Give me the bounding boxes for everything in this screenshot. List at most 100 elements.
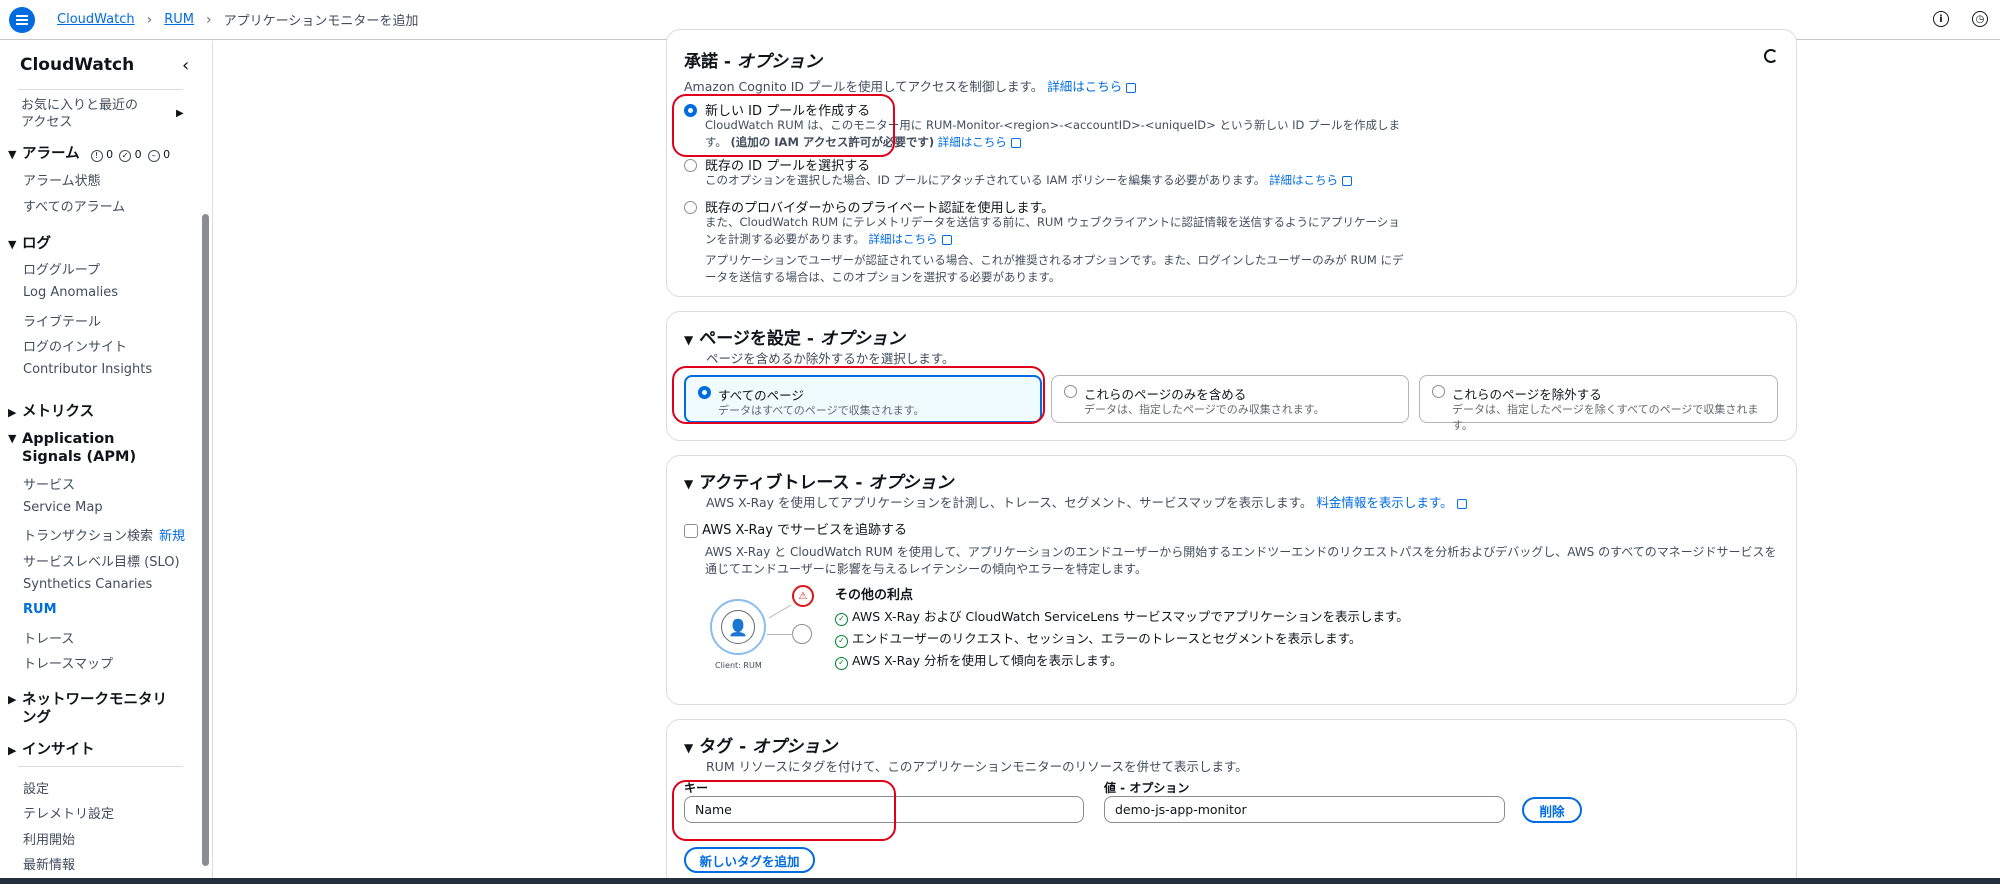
minus-icon: – [147,150,160,162]
learn-more-link[interactable]: 詳細はこちら [1047,79,1122,94]
tile-description: データは、指定したページを除くすべてのページで収集されます。 [1452,403,1759,432]
checkbox-icon[interactable] [684,523,698,538]
sidebar-section-apm[interactable]: ▼ Application Signals (APM) [8,430,168,466]
option-description: また、CloudWatch RUM にテレメトリデータを送信する前に、RUM ウ… [705,215,1400,246]
sidebar-item-favorites[interactable]: お気に入りと最近の アクセス [21,97,171,131]
connector-line [768,604,792,619]
bottom-bar [0,878,2000,884]
panel-title: 承諾 - オプション [684,52,822,72]
sidebar-item-transaction-search[interactable]: トランザクション検索 新規 [23,525,185,544]
panel-description: AWS X-Ray を使用してアプリケーションを計測し、トレース、セグメント、サ… [706,492,1467,511]
panel-description: Amazon Cognito ID プールを使用してアクセスを制御します。 詳細… [684,76,1137,95]
sidebar-item-settings[interactable]: 設定 [23,778,49,797]
radio-existing-pool[interactable] [684,158,697,173]
sidebar-item-service-map[interactable]: Service Map [23,500,103,515]
sidebar-section-insights[interactable]: ▶ インサイト [8,738,95,759]
tag-key-input[interactable]: Name [684,796,1084,823]
service-node-icon [792,624,812,644]
learn-more-link[interactable]: 詳細はこちら [938,135,1007,149]
xray-checkbox[interactable]: AWS X-Ray でサービスを追跡する [684,519,907,538]
breadcrumb-rum[interactable]: RUM [164,12,194,27]
breadcrumb: CloudWatch › RUM › アプリケーションモニターを追加 [57,10,418,30]
add-tag-button[interactable]: 新しいタグを追加 [684,847,815,873]
sidebar-item-contributor-insights[interactable]: Contributor Insights [23,362,152,377]
divider [18,766,183,767]
sidebar-item-slo[interactable]: サービスレベル目標 (SLO) [23,551,180,570]
tile-description: データは、指定したページでのみ収集されます。 [1084,403,1325,416]
sidebar-scrollbar[interactable] [202,214,209,866]
warning-icon: ! [90,150,103,162]
divider [18,89,183,90]
sidebar-item-logs-insights[interactable]: ログのインサイト [23,336,127,355]
check-circle-icon: ✓ [835,613,848,626]
check-circle-icon: ✓ [835,657,848,670]
info-icon[interactable]: i [1933,11,1949,27]
external-link-icon [1126,82,1137,93]
sidebar-item-synthetics[interactable]: Synthetics Canaries [23,577,152,592]
main-content: 承諾 - オプション Amazon Cognito ID プールを使用してアクセ… [214,29,2000,884]
sidebar-item-getting-started[interactable]: 利用開始 [23,829,75,848]
tile-exclude-pages[interactable]: これらのページを除外する データは、指定したページを除くすべてのページで収集され… [1419,375,1778,432]
sidebar-item-live-tail[interactable]: ライブテール [23,311,101,330]
sidebar-item-trace-map[interactable]: トレースマップ [23,653,113,672]
sidebar-item-log-groups[interactable]: ロググループ [23,259,100,278]
collapse-icon[interactable]: ‹ [182,55,189,76]
tag-value-input[interactable]: demo-js-app-monitor [1104,796,1505,823]
caret-right-icon[interactable]: ▶ [176,108,184,119]
pricing-link[interactable]: 料金情報を表示します。 [1316,495,1452,510]
caret-down-icon: ▼ [684,477,694,491]
radio-icon[interactable] [684,159,697,172]
learn-more-link[interactable]: 詳細はこちら [1269,173,1338,187]
chevron-right-icon: › [146,11,153,28]
new-badge: 新規 [159,529,186,544]
radio-icon[interactable] [1432,385,1445,398]
option-description: このオプションを選択した場合、ID プールにアタッチされている IAM ポリシー… [705,172,1465,189]
caret-down-icon: ▼ [684,333,694,347]
radio-icon[interactable] [684,201,697,214]
external-link-icon [1342,175,1353,186]
benefits-title: その他の利点 [835,588,914,603]
sidebar-section-network[interactable]: ▶ ネットワークモニタリング [8,691,178,727]
sidebar-item-whats-new[interactable]: 最新情報 [23,854,75,873]
user-icon: 👤 [721,610,755,644]
error-icon: ⚠ [792,585,814,607]
panel-title[interactable]: ▼ ページを設定 - オプション [684,324,905,349]
caret-down-icon: ▼ [684,741,694,755]
check-icon: ✓ [119,150,132,162]
radio-selected-icon[interactable] [684,104,697,117]
xray-diagram: 👤 ⚠ Client: RUM [705,581,815,681]
remove-tag-button[interactable]: 削除 [1522,797,1582,823]
panel-title[interactable]: ▼ アクティブトレース - オプション [684,468,953,493]
option-description: CloudWatch RUM は、このモニター用に RUM-Monitor-<r… [705,118,1400,149]
tile-description: データはすべてのページで収集されます。 [718,404,925,417]
sidebar-section-alarms[interactable]: ▼ アラーム ! 0 ✓ 0– 0 [8,142,170,163]
benefit-item: ✓ AWS X-Ray および CloudWatch ServiceLens サ… [835,606,1409,626]
panel-description: ページを含めるか除外するかを選択します。 [706,351,955,366]
radio-create-new-pool[interactable] [684,103,697,118]
sidebar-section-logs[interactable]: ▼ ログ [8,232,51,253]
tile-include-pages[interactable]: これらのページのみを含める データは、指定したページでのみ収集されます。 [1051,375,1409,423]
check-circle-icon: ✓ [835,635,848,648]
sidebar-section-metrics[interactable]: ▶ メトリクス [8,400,94,421]
panel-title[interactable]: ▼ タグ - オプション [684,732,837,757]
radio-selected-icon[interactable] [698,386,711,399]
tile-all-pages[interactable]: すべてのページ データはすべてのページで収集されます。 [684,375,1042,423]
radio-icon[interactable] [1064,385,1077,398]
radio-private-auth[interactable] [684,200,697,215]
external-link-icon [941,234,952,245]
sidebar-item-all-alarms[interactable]: すべてのアラーム [23,196,125,215]
sidebar-item-telemetry-settings[interactable]: テレメトリ設定 [23,803,114,822]
sidebar-item-traces[interactable]: トレース [23,628,74,647]
sidebar-item-rum[interactable]: RUM [23,602,57,617]
clock-icon[interactable]: ◷ [1972,11,1988,27]
connector-line [767,634,793,635]
sidebar-item-alarm-state[interactable]: アラーム状態 [23,170,101,189]
breadcrumb-cloudwatch[interactable]: CloudWatch [57,12,135,27]
sidebar-item-services[interactable]: サービス [23,474,75,493]
external-link-icon [1010,137,1021,148]
menu-icon[interactable] [9,6,35,33]
sidebar-item-log-anomalies[interactable]: Log Anomalies [23,285,118,300]
learn-more-link[interactable]: 詳細はこちら [869,232,938,246]
option-note: アプリケーションでユーザーが認証されている場合、これが推奨されるオプションです。… [705,253,1404,284]
refresh-icon[interactable] [1764,49,1778,63]
